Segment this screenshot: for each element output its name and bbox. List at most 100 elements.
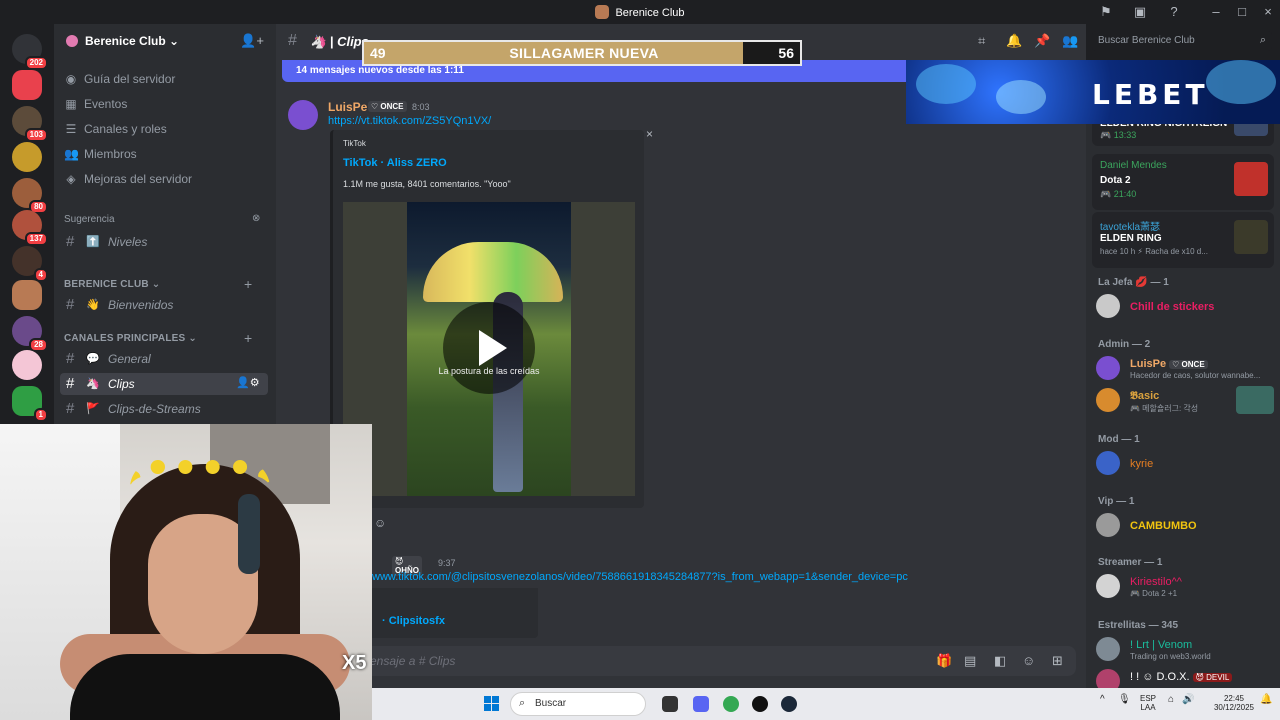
hash-icon: #	[288, 32, 297, 49]
member-item[interactable]: LuisPe ♡ ONCE Hacedor de caos, solutor w…	[1096, 354, 1274, 384]
bell-icon[interactable]: 🔔	[1006, 33, 1022, 49]
inbox-icon[interactable]: ⚑	[1098, 4, 1114, 20]
gift-icon[interactable]: 🎁	[936, 653, 952, 669]
obs-icon[interactable]	[752, 696, 768, 712]
close-icon[interactable]: ×	[646, 127, 653, 141]
activity-card[interactable]: tavotekla萧瑟 ELDEN RING hace 10 h ⚡ Racha…	[1092, 212, 1274, 268]
guild-header[interactable]: Berenice Club ⌄ 👤+	[54, 24, 276, 58]
member-item[interactable]: ! Lrt | Venom Trading on web3.world	[1096, 635, 1274, 665]
nav-boosts[interactable]: ◈ Mejoras del servidor	[64, 172, 264, 192]
score-label: SILLAGAMER NUEVA	[509, 45, 659, 61]
minimize-icon[interactable]: –	[1208, 4, 1224, 20]
video-caption: La postura de las creídas	[438, 366, 540, 376]
server-avatar-icon	[595, 5, 610, 19]
nav-events[interactable]: ▦ Eventos	[64, 97, 264, 117]
search-input[interactable]: Buscar Berenice Club ⌕	[1092, 31, 1272, 51]
message-author[interactable]: LuisPe	[328, 100, 367, 114]
help-icon[interactable]: ?	[1166, 4, 1182, 20]
nav-guide[interactable]: ◉ Guía del servidor	[64, 72, 264, 92]
reaction-icon[interactable]: ☺	[374, 516, 386, 530]
dismiss-icon[interactable]: ⊗	[252, 213, 260, 224]
channel-general[interactable]: # 💬 General	[60, 348, 268, 370]
sticker-icon[interactable]: ◧	[994, 653, 1006, 669]
right-score: 56	[778, 45, 794, 61]
embed-title[interactable]: TikTok · Aliss ZERO	[343, 157, 447, 169]
server-icon[interactable]: 28	[12, 316, 48, 352]
activity-card[interactable]: Daniel Mendes Dota 2 🎮 21:40	[1092, 154, 1274, 210]
nav-members[interactable]: 👥 Miembros	[64, 147, 264, 167]
channel-bienvenidos[interactable]: # 👋 Bienvenidos	[60, 294, 268, 316]
language-indicator[interactable]: ESP LAA	[1140, 694, 1156, 712]
message-link[interactable]: https://vt.tiktok.com/ZS5YQn1VX/	[328, 115, 491, 127]
channel-niveles[interactable]: # ⬆️ Niveles	[60, 231, 268, 253]
member-item[interactable]: CAMBUMBO	[1096, 511, 1274, 541]
apps-icon[interactable]: ⊞	[1052, 653, 1063, 669]
direct-messages-icon[interactable]: 202	[12, 34, 48, 70]
mic-icon[interactable]: 🎙	[1118, 694, 1131, 705]
notifications-icon[interactable]: 🔔	[1260, 694, 1272, 705]
threads-icon[interactable]: ⌗	[978, 33, 985, 49]
server-icon[interactable]: 80	[12, 178, 48, 214]
list-icon: ☰	[65, 122, 77, 136]
chrome-icon[interactable]	[723, 696, 739, 712]
server-icon[interactable]: 4	[12, 246, 48, 282]
server-icon[interactable]	[12, 142, 42, 172]
game-thumbnail	[1234, 220, 1268, 254]
multiplier-label: X5	[342, 652, 367, 674]
link-embed: · Clipsitosfx	[372, 588, 538, 638]
file-explorer-icon[interactable]	[662, 696, 678, 712]
clock[interactable]: 22:45 30/12/2025	[1210, 694, 1258, 712]
steam-icon[interactable]	[781, 696, 797, 712]
volume-icon[interactable]: 🔊	[1182, 694, 1194, 705]
member-item[interactable]: 𝕭asic 🎮 메할숄러그: 각성	[1096, 386, 1274, 416]
maximize-icon[interactable]: □	[1234, 4, 1250, 20]
search-icon: ⌕	[1259, 34, 1266, 46]
server-icon[interactable]	[12, 350, 42, 380]
member-item[interactable]: kyrie	[1096, 449, 1274, 479]
message-composer[interactable]: ensaje a # Clips 🎁 ▤ ◧ ☺ ⊞	[364, 646, 1076, 676]
member-item[interactable]: Chill de stickers	[1096, 292, 1274, 322]
avatar	[1096, 356, 1120, 380]
game-thumbnail	[1236, 386, 1274, 414]
hash-icon: #	[66, 350, 75, 367]
channel-clips[interactable]: # 🦄 Clips 👤⚙	[60, 373, 268, 395]
tray-chevron-icon[interactable]: ^	[1100, 694, 1105, 705]
taskbar-search[interactable]: ⌕ Buscar	[510, 692, 646, 716]
title-bar: Berenice Club ⚑ ▣ ? – □ ×	[0, 0, 1280, 24]
server-icon-active[interactable]	[12, 280, 42, 310]
message-link[interactable]: www.tiktok.com/@clipsitosvenezolanos/vid…	[372, 571, 908, 583]
add-channel-icon[interactable]: +	[244, 276, 252, 292]
network-icon[interactable]: ⌂	[1168, 694, 1174, 705]
category-canales-principales[interactable]: CANALES PRINCIPALES ⌄ +	[64, 330, 252, 346]
server-icon[interactable]: 1	[12, 386, 48, 422]
avatar[interactable]	[288, 100, 318, 130]
embed-provider: TikTok	[343, 139, 366, 148]
discord-icon[interactable]	[693, 696, 709, 712]
member-item[interactable]: Kiriestilo^^ 🎮 Dota 2 +1	[1096, 572, 1274, 602]
windows-start-icon[interactable]	[484, 696, 500, 712]
video-player[interactable]: La postura de las creídas	[343, 202, 635, 496]
role-group-title: Admin — 2	[1098, 339, 1151, 350]
nav-channels-roles[interactable]: ☰ Canales y roles	[64, 122, 264, 142]
settings-icon[interactable]: 👤⚙	[236, 376, 260, 389]
embed-title[interactable]: · Clipsitosfx	[382, 615, 445, 627]
channel-clips-de-streams[interactable]: # 🚩 Clips-de-Streams	[60, 398, 268, 420]
play-icon[interactable]	[443, 302, 535, 394]
window-title: Berenice Club	[0, 5, 1280, 19]
emoji-icon[interactable]: ☺	[1022, 653, 1035, 668]
add-channel-icon[interactable]: +	[244, 330, 252, 346]
role-group-title: Estrellitas — 345	[1098, 620, 1179, 631]
screen-share-icon[interactable]: ▣	[1132, 4, 1148, 20]
compass-icon: ◉	[65, 72, 77, 86]
hash-icon: #	[66, 375, 75, 392]
boost-icon: ◈	[66, 172, 76, 186]
server-icon[interactable]: 137	[12, 210, 48, 246]
category-berenice-club[interactable]: BERENICE CLUB ⌄ +	[64, 276, 252, 292]
gif-icon[interactable]: ▤	[964, 653, 976, 669]
invite-icon[interactable]: 👤+	[240, 33, 264, 49]
server-icon[interactable]	[12, 70, 42, 100]
member-list-icon[interactable]: 👥	[1062, 33, 1078, 49]
close-icon[interactable]: ×	[1260, 4, 1276, 20]
pin-icon[interactable]: 📌	[1034, 33, 1050, 49]
server-icon[interactable]: 103	[12, 106, 48, 142]
